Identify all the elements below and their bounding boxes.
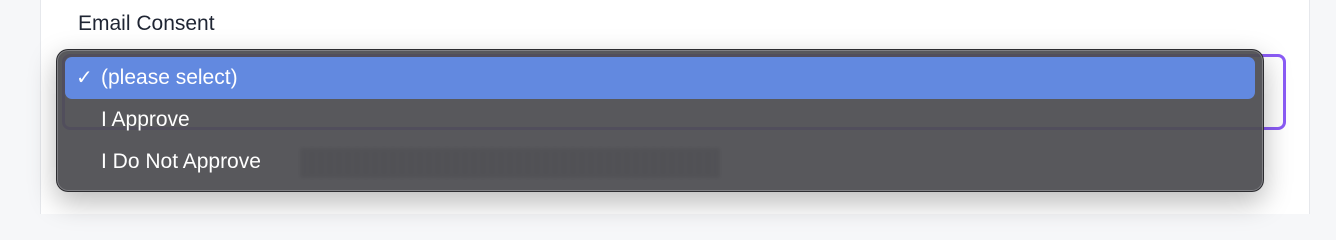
- checkmark-icon: ✓: [76, 67, 93, 89]
- option-i-do-not-approve[interactable]: I Do Not Approve: [65, 141, 1255, 183]
- option-label: I Approve: [101, 108, 190, 131]
- option-please-select[interactable]: ✓ (please select): [65, 57, 1255, 99]
- email-consent-label: Email Consent: [78, 12, 215, 35]
- email-consent-dropdown-menu: ✓ (please select) I Approve I Do Not App…: [56, 49, 1264, 192]
- option-i-approve[interactable]: I Approve: [65, 99, 1255, 141]
- option-label: (please select): [101, 66, 238, 89]
- option-label: I Do Not Approve: [101, 150, 261, 173]
